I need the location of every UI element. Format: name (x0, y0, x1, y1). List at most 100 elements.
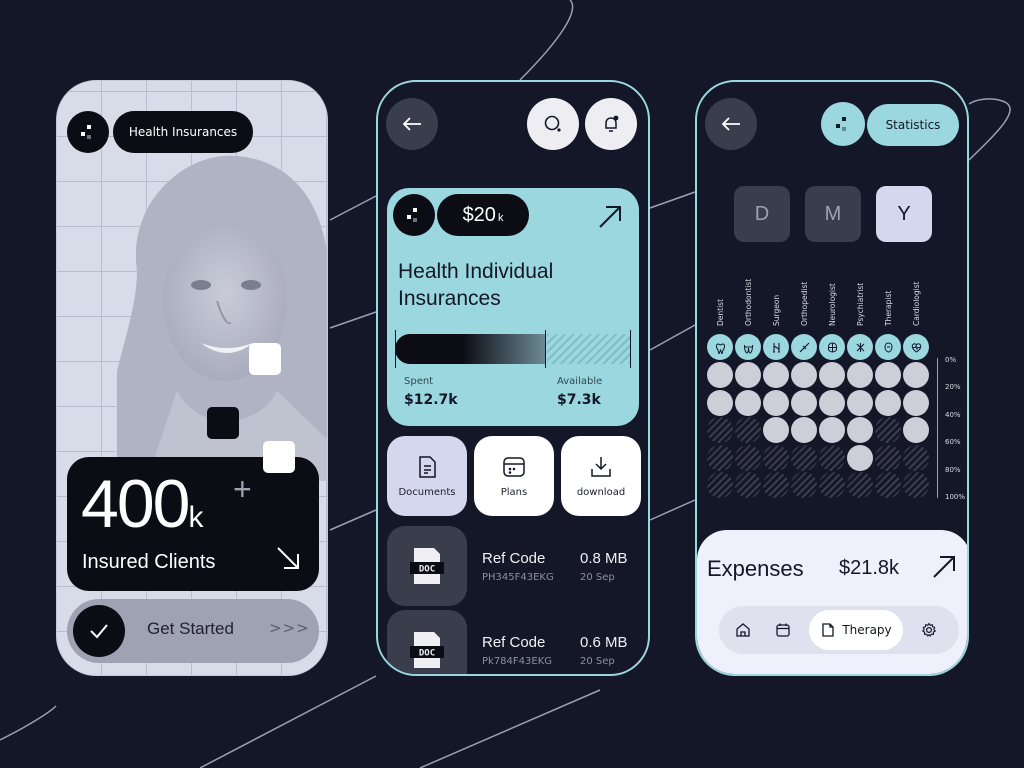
specialist-button-dentist[interactable] (707, 334, 733, 360)
statistics-tab-label: Statistics (885, 118, 941, 132)
doc-file-icon: DOC (410, 632, 444, 668)
arrow-up-right-icon[interactable] (931, 554, 957, 580)
usage-dot-empty (903, 472, 929, 498)
get-started-slider[interactable]: Get Started >>> (67, 599, 319, 663)
specialist-button-surgeon[interactable] (763, 334, 789, 360)
percent-tick-label: 60% (945, 438, 961, 447)
heart-pulse-icon (911, 342, 921, 353)
usage-dot-empty (791, 444, 817, 471)
percent-tick-label: 100% (945, 493, 966, 501)
download-button[interactable]: download (561, 436, 641, 516)
specialist-button-neurologist[interactable] (819, 334, 845, 360)
bell-icon (605, 115, 619, 132)
checkmark-icon (90, 624, 108, 639)
document-row[interactable]: DOC Ref Code Pk784F43EKG 0.6 MB 20 Sep (378, 610, 648, 674)
back-button[interactable] (386, 98, 438, 150)
statistics-tab[interactable]: Statistics (867, 104, 959, 146)
plans-button[interactable]: Plans (474, 436, 554, 516)
usage-dot-filled (875, 389, 901, 416)
percent-axis-line (937, 358, 938, 498)
period-year-button[interactable]: Y (876, 186, 932, 242)
nav-settings[interactable] (911, 612, 947, 648)
expenses-sheet: Expenses $21.8k Therapy (697, 530, 967, 674)
available-value: $7.3k (557, 392, 601, 408)
back-button[interactable] (705, 98, 757, 150)
doc-badge-text: DOC (419, 649, 435, 659)
braces-icon (743, 344, 753, 354)
usage-dot-filled (791, 417, 817, 443)
phone-insurance-detail: $20 k Health Individual Insurances Spent … (376, 80, 650, 676)
insurance-card[interactable]: $20 k Health Individual Insurances Spent … (387, 188, 639, 426)
doc-title: Ref Code (482, 550, 546, 567)
arrow-up-right-icon[interactable] (597, 204, 623, 230)
doc-date: 20 Sep (580, 656, 615, 667)
expenses-label: Expenses (707, 556, 804, 581)
category-badge[interactable]: Health Insurances (113, 111, 253, 153)
doc-file-tile: DOC (387, 526, 467, 606)
arrow-left-icon (721, 117, 740, 131)
therapy-icon (822, 623, 834, 637)
nav-therapy[interactable]: Therapy (809, 610, 903, 650)
period-day-button[interactable]: D (734, 186, 790, 242)
calendar-icon (503, 456, 525, 477)
nav-home[interactable] (725, 612, 761, 648)
tooth-icon (715, 342, 725, 354)
therapist-icon (883, 341, 893, 353)
price-unit: k (497, 212, 504, 224)
usage-dot-filled (763, 362, 789, 388)
stat-number: 400 (81, 466, 190, 542)
bottom-nav: Therapy (719, 606, 959, 654)
usage-dot-empty (819, 444, 845, 471)
document-row[interactable]: DOC Ref Code PH345F43EKG 0.8 MB 20 Sep (378, 526, 648, 608)
usage-dot-filled (819, 417, 845, 443)
usage-dot-filled (707, 389, 733, 416)
brain-icon (827, 341, 837, 353)
usage-dot-filled (763, 389, 789, 416)
usage-dot-filled (847, 417, 873, 443)
document-icon (419, 455, 436, 478)
spent-fill (395, 334, 545, 364)
doc-date: 20 Sep (580, 572, 615, 583)
search-button[interactable] (527, 98, 579, 150)
calendar-icon (776, 623, 790, 637)
specialist-button-orthodontist[interactable] (735, 334, 761, 360)
documents-button[interactable]: Documents (387, 436, 467, 516)
period-label: M (824, 202, 842, 225)
stat-plus: + (233, 471, 252, 507)
usage-dot-filled (707, 362, 733, 388)
card-title: Health Individual Insurances (398, 260, 554, 310)
percent-tick-label: 40% (945, 410, 961, 419)
decor-square (207, 407, 239, 439)
specialist-button-therapist[interactable] (875, 334, 901, 360)
expenses-value: $21.8k (839, 557, 900, 579)
specialist-button-orthopedist[interactable] (791, 334, 817, 360)
specialist-label: Orthopedist (800, 281, 809, 326)
specialist-label: Dentist (716, 298, 725, 326)
usage-dot-empty (903, 444, 929, 471)
progress-tick (630, 330, 631, 368)
usage-dot-empty (735, 444, 761, 471)
arrow-down-right-icon[interactable] (275, 545, 301, 571)
nav-calendar[interactable] (765, 612, 801, 648)
usage-dot-filled (903, 362, 929, 388)
nav-therapy-label: Therapy (842, 623, 892, 637)
category-badge-label: Health Insurances (128, 125, 238, 139)
decor-square (249, 343, 281, 375)
phone-statistics: Statistics D M Y Dentist Orthodontist Surg… (695, 80, 969, 676)
doc-id: Pk784F43EKG (482, 656, 553, 667)
usage-dot-filled (791, 389, 817, 416)
usage-dot-empty (707, 472, 733, 498)
notifications-button[interactable] (585, 98, 637, 150)
progress-tick (395, 330, 396, 368)
doc-file-icon: DOC (410, 548, 444, 584)
specialist-button-psychiatrist[interactable] (847, 334, 873, 360)
stat-label: Insured Clients (82, 551, 216, 573)
slider-handle[interactable] (73, 605, 125, 657)
usage-dot-empty (763, 472, 789, 498)
usage-dot-empty (875, 417, 901, 443)
specialist-button-cardiologist[interactable] (903, 334, 929, 360)
documents-button-label: Documents (398, 486, 456, 498)
progress-tick (545, 330, 546, 368)
usage-dot-filled (791, 362, 817, 388)
period-month-button[interactable]: M (805, 186, 861, 242)
